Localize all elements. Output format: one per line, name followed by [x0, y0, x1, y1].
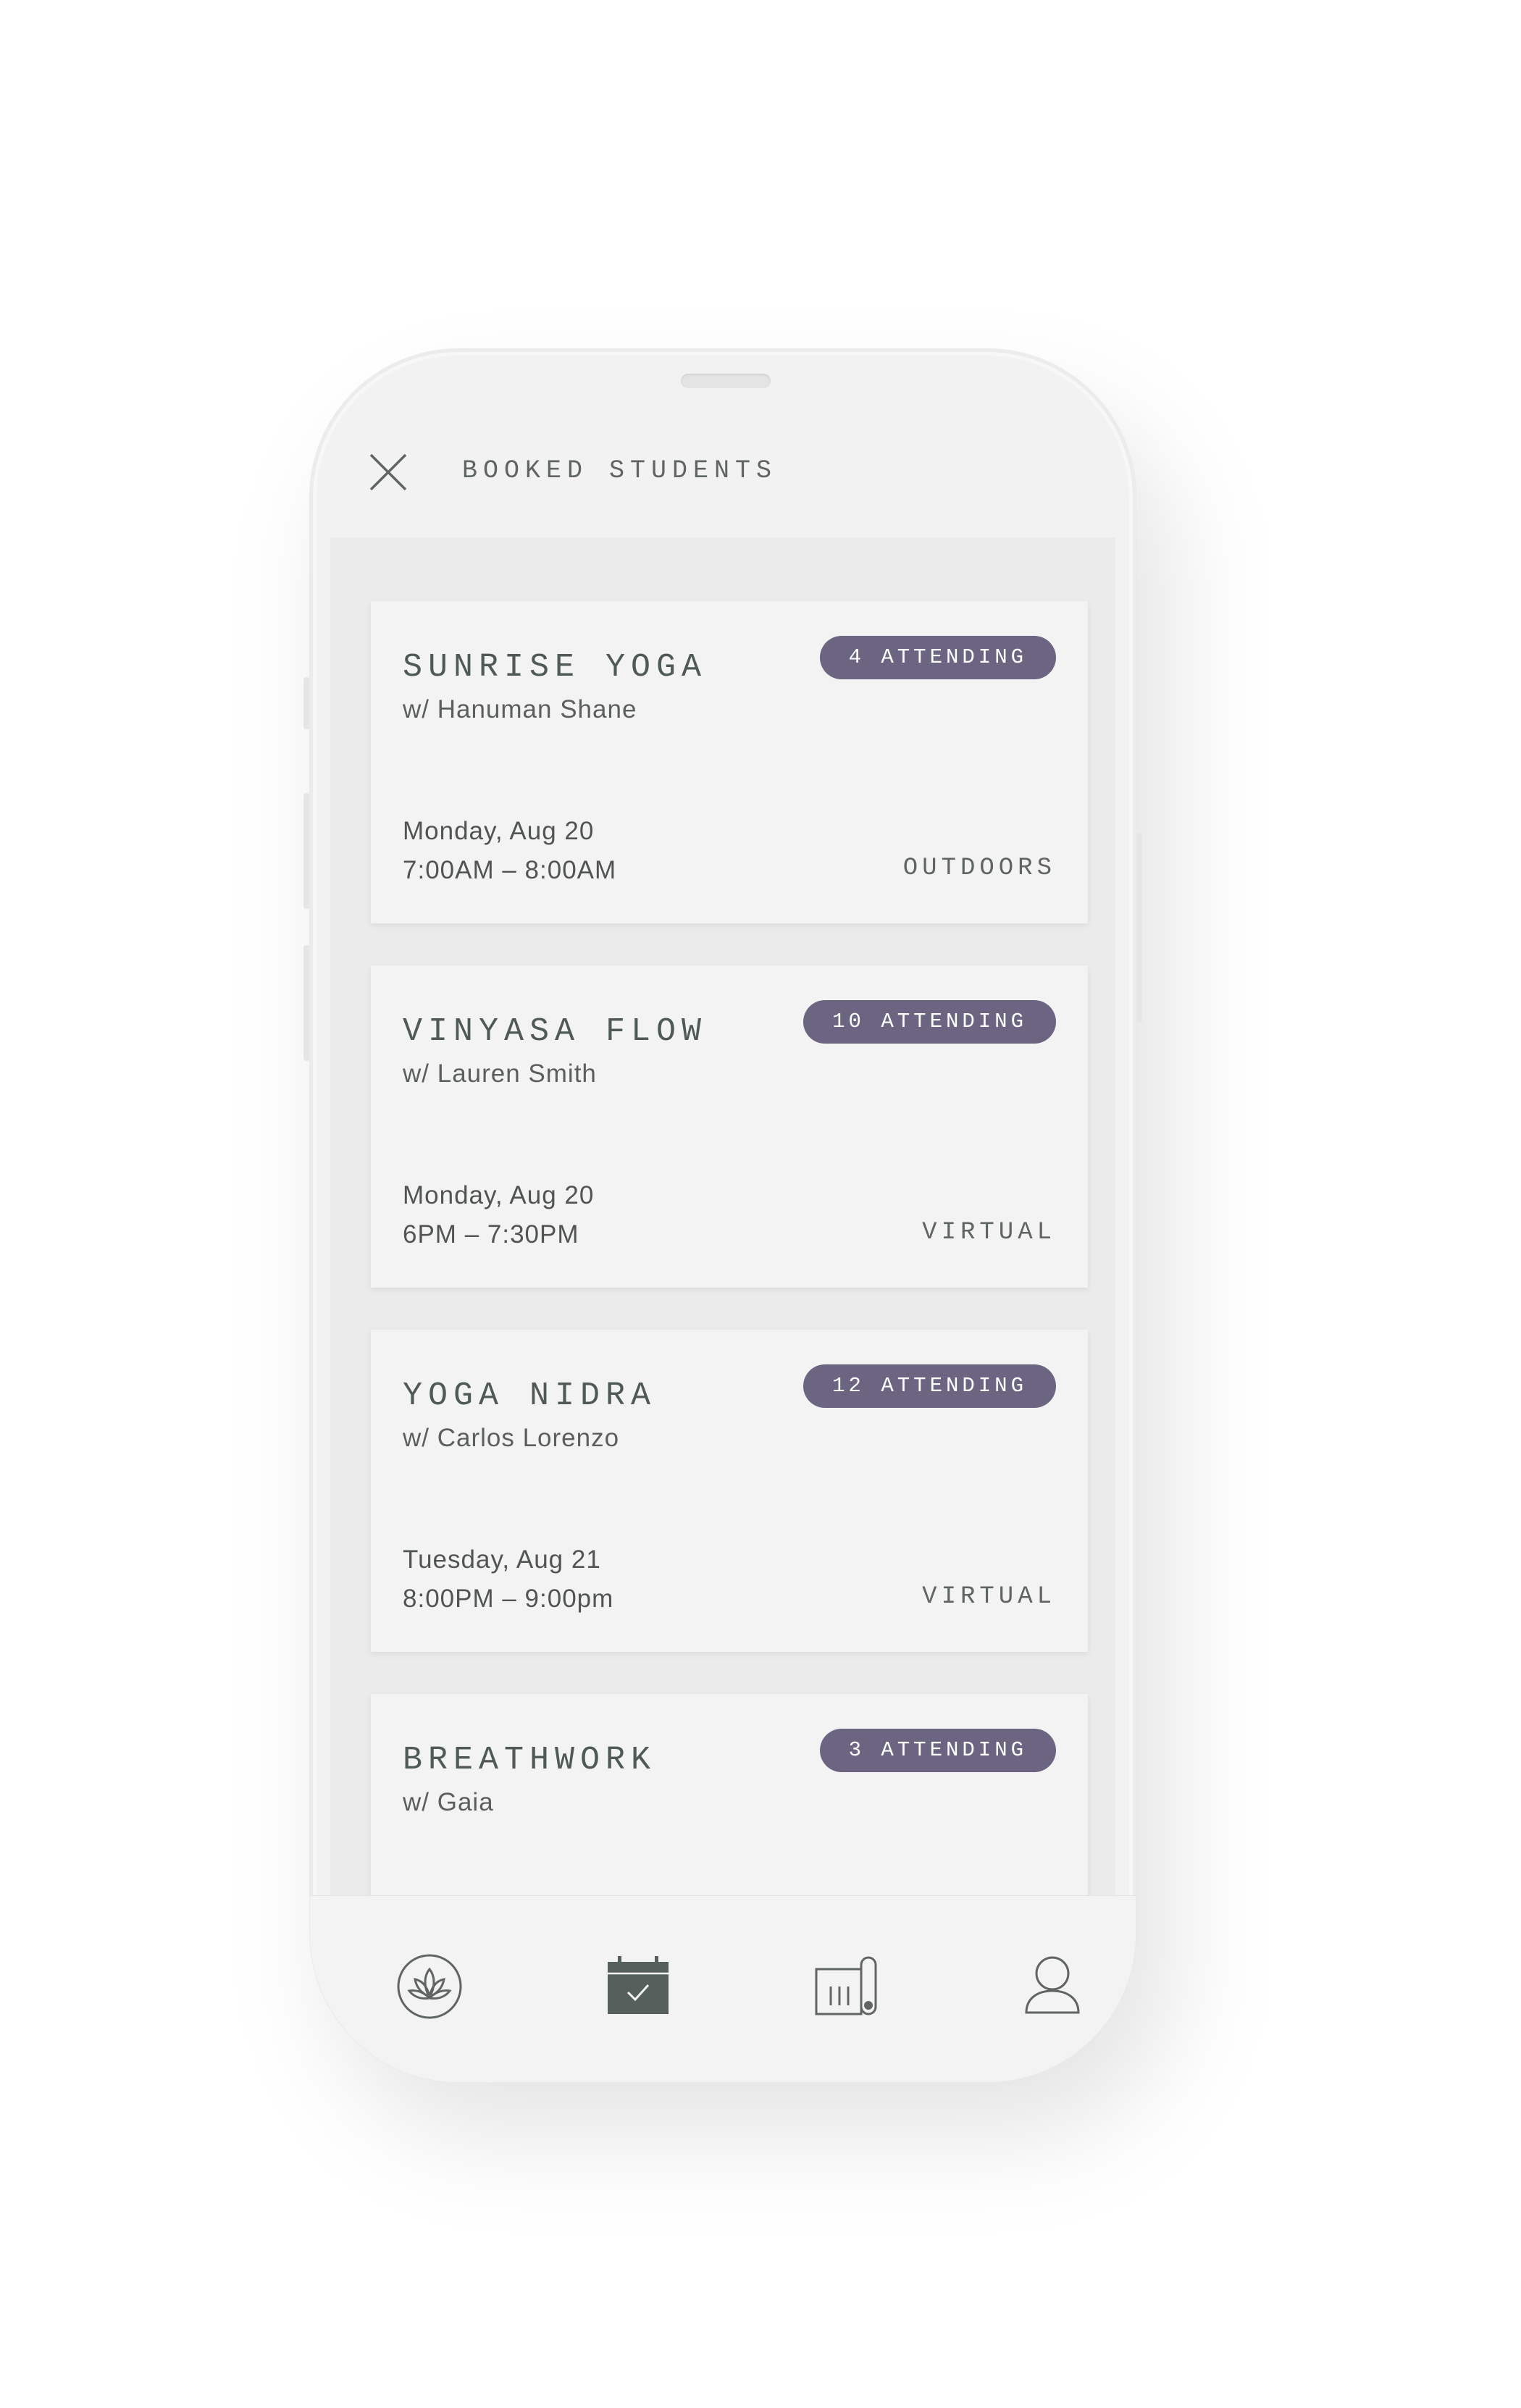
class-instructor: w/ Lauren Smith [403, 1060, 597, 1088]
class-card[interactable]: BREATHWORK w/ Gaia 3 ATTENDING [371, 1694, 1088, 1895]
app-header: BOOKED STUDENTS [310, 349, 1136, 537]
power-button [1136, 833, 1142, 1023]
volume-down-button [303, 945, 310, 1061]
class-location: VIRTUAL [922, 1583, 1056, 1611]
class-card[interactable]: YOGA NIDRA w/ Carlos Lorenzo 12 ATTENDIN… [371, 1330, 1088, 1652]
class-location: OUTDOORS [902, 855, 1056, 882]
page-title: BOOKED STUDENTS [462, 456, 778, 485]
class-card[interactable]: SUNRISE YOGA w/ Hanuman Shane 4 ATTENDIN… [371, 601, 1088, 923]
class-list: SUNRISE YOGA w/ Hanuman Shane 4 ATTENDIN… [330, 537, 1115, 1895]
class-time: 6PM – 7:30PM [403, 1220, 579, 1249]
phone-frame: BOOKED STUDENTS SUNRISE YOGA w/ Hanuman … [310, 349, 1136, 2082]
class-name: YOGA NIDRA [403, 1377, 657, 1414]
volume-up-button [303, 793, 310, 909]
attending-badge: 10 ATTENDING [803, 1000, 1056, 1044]
class-name: VINYASA FLOW [403, 1013, 708, 1050]
yoga-mat-icon [815, 1956, 877, 2015]
attending-badge: 4 ATTENDING [819, 636, 1056, 679]
tab-studio[interactable] [807, 1947, 887, 2026]
calendar-check-icon [608, 1956, 669, 2014]
class-instructor: w/ Hanuman Shane [403, 695, 637, 723]
close-icon [369, 453, 407, 491]
class-date: Monday, Aug 20 [403, 1181, 595, 1209]
class-instructor: w/ Carlos Lorenzo [403, 1424, 620, 1452]
class-date: Monday, Aug 20 [403, 817, 595, 845]
tab-home[interactable] [390, 1947, 469, 2026]
profile-icon [1025, 1956, 1080, 2014]
mute-switch [303, 677, 310, 729]
class-location: VIRTUAL [922, 1219, 1056, 1246]
class-time: 7:00AM – 8:00AM [403, 856, 617, 884]
close-button[interactable] [368, 452, 408, 492]
class-name: BREATHWORK [403, 1742, 657, 1779]
bottom-tab-bar [310, 1895, 1136, 2082]
class-instructor: w/ Gaia [403, 1788, 494, 1816]
class-time: 8:00PM – 9:00pm [403, 1585, 614, 1613]
class-name: SUNRISE YOGA [403, 649, 708, 686]
class-card[interactable]: VINYASA FLOW w/ Lauren Smith 10 ATTENDIN… [371, 965, 1088, 1288]
class-date: Tuesday, Aug 21 [403, 1545, 601, 1574]
tab-profile[interactable] [1013, 1947, 1092, 2026]
attending-badge: 12 ATTENDING [803, 1364, 1056, 1408]
tab-calendar[interactable] [598, 1947, 678, 2026]
lotus-icon [397, 1954, 462, 2019]
attending-badge: 3 ATTENDING [819, 1729, 1056, 1772]
